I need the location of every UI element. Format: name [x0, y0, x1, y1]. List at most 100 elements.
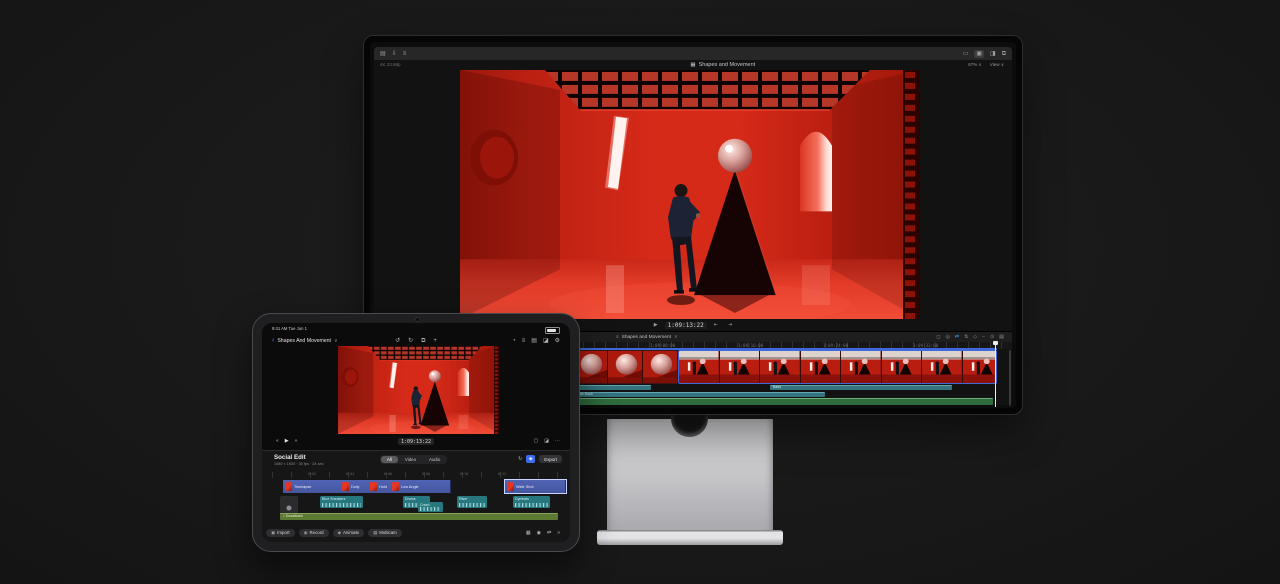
add-media-icon[interactable]: +: [433, 338, 437, 344]
clip-thumbnail: [285, 482, 292, 491]
ipad: 9:41 AM Tue Jun 1 ‹ Shapes And Movement …: [252, 313, 580, 552]
back-icon[interactable]: ‹: [272, 337, 274, 344]
status-bar-time: 9:41 AM Tue Jun 1: [272, 326, 307, 331]
index-icon[interactable]: ≡: [403, 51, 407, 57]
ipad-timecode[interactable]: 1:09:13:22: [397, 438, 435, 445]
skip-forward-icon[interactable]: »: [295, 439, 298, 444]
waveform: [459, 502, 485, 507]
snapping-icon[interactable]: −: [982, 334, 985, 340]
front-camera: [416, 317, 419, 321]
record-button[interactable]: ◉ Record: [298, 528, 329, 538]
timeline-scrollbar[interactable]: [1009, 350, 1011, 406]
inspector-layout-icon[interactable]: ◨: [990, 51, 996, 57]
share-icon[interactable]: ⧉: [1002, 51, 1006, 57]
connected-audio-clip-acoustic[interactable]: Acoustic Rock: [567, 392, 825, 397]
music-audio-clip[interactable]: [567, 398, 993, 405]
fcp-ipad-app: 9:41 AM Tue Jun 1 ‹ Shapes And Movement …: [262, 323, 570, 542]
clip-thumbnail: [370, 482, 377, 491]
browser-layout-icon[interactable]: ▭: [963, 51, 969, 57]
jog-wheel-icon[interactable]: ◈: [526, 455, 536, 463]
range-icon[interactable]: ⇥: [728, 322, 732, 328]
skip-back-icon[interactable]: «: [276, 439, 279, 444]
chevron-down-icon: ∨: [333, 337, 338, 344]
view-menu[interactable]: View ∨: [990, 62, 1004, 68]
sidebar-icon[interactable]: ▤: [380, 51, 386, 57]
segment-video[interactable]: Video: [399, 456, 422, 463]
video-clip[interactable]: Low Angle: [390, 480, 451, 493]
zoom-fit-icon[interactable]: ⊙: [990, 334, 994, 340]
undo-icon[interactable]: ↺: [395, 338, 400, 344]
viewer-controls: 67% ∨ View ∨: [968, 62, 1004, 68]
render-status-icon[interactable]: ◔: [512, 338, 516, 344]
browser-icon[interactable]: ≡: [522, 338, 526, 344]
clip-height-icon[interactable]: ▤: [999, 334, 1004, 340]
video-clip-selected[interactable]: Wide Shot: [504, 479, 567, 494]
mac-toolbar: ▤ ⇩ ≡ ▭ ▣ ◨ ⧉: [374, 47, 1012, 60]
video-clip[interactable]: Hold: [368, 480, 391, 493]
layout-icon[interactable]: ◪: [543, 338, 549, 344]
fullscreen-icon[interactable]: ▢: [534, 439, 539, 444]
skimming-icon[interactable]: ⇄: [955, 334, 959, 340]
inspector-icon[interactable]: ▤: [531, 338, 537, 344]
project-title: ▦ Shapes and Movement: [690, 62, 755, 68]
export-button[interactable]: Export: [539, 455, 562, 463]
hero-image: ▤ ⇩ ≡ ▭ ▣ ◨ ⧉ 4K 23.98p ▦ Shapes and Mov…: [0, 0, 1280, 584]
stand-base: [597, 530, 783, 545]
video-clip[interactable]: Timelapse: [283, 480, 341, 493]
audio-clip[interactable]: Cymbals: [513, 496, 550, 508]
timeline-clip-dancer[interactable]: [678, 350, 997, 384]
timeline-tool-icons: ◻ ◎ ⇄ ⇅ ◇ − ⊙ ▤: [936, 334, 1004, 340]
redo-icon[interactable]: ↻: [408, 338, 413, 344]
timeline-clip-discoball[interactable]: [572, 350, 678, 384]
connected-audio-clip-bass[interactable]: Bass: [770, 385, 952, 390]
ipad-timeline-meta: 1080 × 1920 · 30 fps · 24 sec: [274, 462, 324, 466]
viewer-layout-icon[interactable]: ▣: [974, 49, 985, 58]
timeline-header-actions: ↻ ◈ Export: [518, 455, 562, 463]
pip-icon[interactable]: ◪: [544, 439, 549, 444]
settings-icon[interactable]: ⚙: [555, 338, 560, 344]
forward-icon[interactable]: »: [557, 530, 560, 536]
video-clip[interactable]: Dolly: [340, 480, 369, 493]
audio-clip[interactable]: Crash: [418, 502, 443, 512]
ipad-transport: « ▶ » 1:09:13:22 ▢ ◪ ⋯: [262, 436, 570, 447]
playhead[interactable]: [993, 341, 998, 407]
ipad-viewer-video[interactable]: [338, 346, 500, 434]
audio-skimming-icon[interactable]: ⇅: [964, 334, 968, 340]
clip-appearance-icon[interactable]: ▦: [526, 530, 531, 536]
zoom-level-menu[interactable]: 67% ∨: [968, 62, 982, 68]
import-media-icon[interactable]: ⇩: [392, 51, 397, 57]
viewer-info-label: 4K 23.98p: [380, 62, 401, 67]
import-button[interactable]: ▣ Import: [266, 528, 295, 538]
animate-button[interactable]: ◆ Animate: [332, 528, 365, 538]
clip-thumbnail: [392, 482, 399, 491]
viewer-video[interactable]: [460, 70, 920, 319]
clip-appearance-icon[interactable]: ◻: [936, 334, 940, 340]
music-clip[interactable]: ♪ Soundtrack: [280, 513, 558, 520]
audio-clip[interactable]: Blue Sneakers: [320, 496, 363, 508]
swap-icon[interactable]: ⇄: [547, 530, 551, 536]
record-dot-icon: [286, 505, 292, 511]
animate-icon: ◆: [337, 529, 341, 535]
more-icon[interactable]: ⋯: [555, 439, 560, 444]
ipad-timeline-ruler[interactable]: 0:02 0:04 0:06 0:08 0:10 0:12: [272, 472, 564, 478]
viewer-timecode[interactable]: 1:09:13:22: [664, 321, 707, 329]
focus-icon[interactable]: ◉: [537, 530, 541, 536]
multicam-button[interactable]: ▦ Multicam: [368, 528, 402, 538]
audio-clip[interactable]: Riser: [457, 496, 487, 508]
clip-thumbnail: [507, 482, 514, 491]
connected-audio-clip[interactable]: [573, 385, 651, 390]
ipad-project-menu[interactable]: Shapes And Movement: [277, 338, 331, 344]
timeline-index-icon[interactable]: ≡: [616, 334, 619, 340]
segment-audio[interactable]: Audio: [423, 456, 446, 463]
import-icon: ▣: [271, 529, 276, 535]
play-icon[interactable]: ▶: [285, 439, 289, 444]
play-icon[interactable]: ▶: [654, 322, 658, 328]
search-icon[interactable]: ◎: [946, 334, 950, 340]
segment-all[interactable]: All: [381, 456, 398, 463]
waveform: [420, 506, 441, 511]
solo-icon[interactable]: ◇: [973, 334, 977, 340]
copy-icon[interactable]: ⧉: [421, 338, 425, 344]
timeline-project-menu[interactable]: Shapes and Movement: [622, 335, 671, 340]
loop-icon[interactable]: ⇤: [714, 322, 718, 328]
refresh-icon[interactable]: ↻: [518, 456, 522, 462]
